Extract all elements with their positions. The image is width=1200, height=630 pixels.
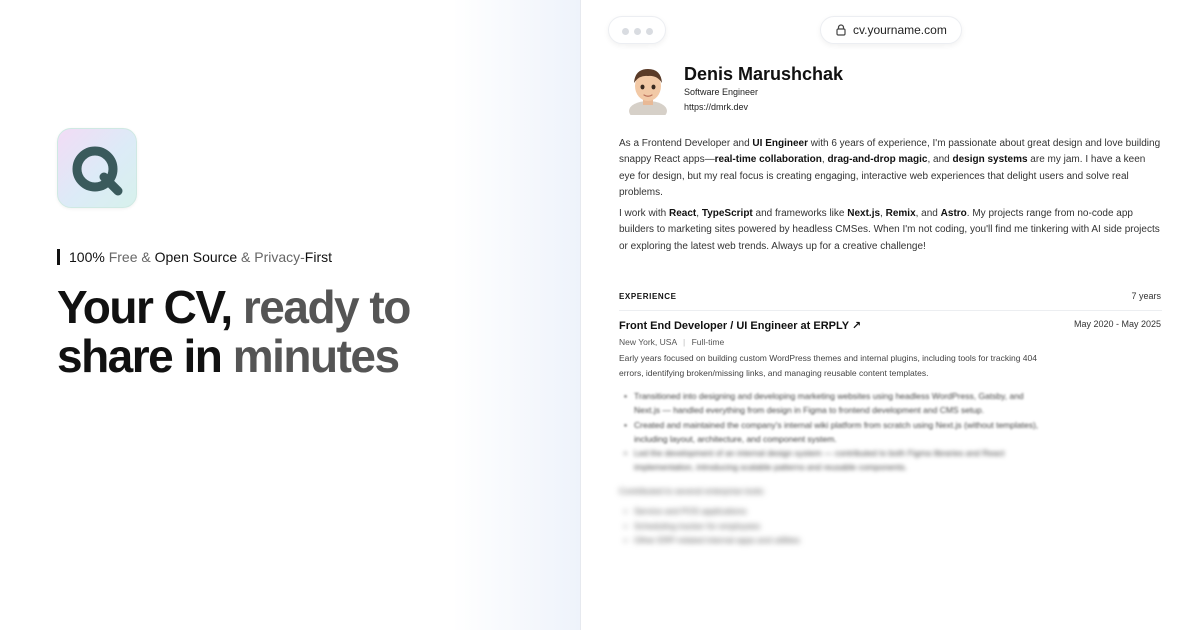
bio-text: and frameworks like	[752, 208, 848, 220]
window-dot-icon[interactable]	[622, 28, 629, 35]
url-text: cv.yourname.com	[853, 23, 947, 37]
job-description: Early years focused on building custom W…	[619, 353, 1037, 378]
job-location: New York, USA	[619, 337, 677, 347]
window-dot-icon[interactable]	[634, 28, 641, 35]
headline-part: share in	[57, 330, 223, 382]
job-type: Full-time	[691, 337, 725, 347]
external-link-icon: ↗	[851, 320, 862, 332]
bio-highlight: real-time collaboration	[714, 154, 822, 166]
bio-paragraph: As a Frontend Developer and UI Engineer …	[619, 136, 1164, 201]
bio-paragraph: I work with React, TypeScript and framew…	[619, 206, 1164, 255]
experience-total: 7 years	[1131, 291, 1161, 301]
list-item: Other ERP-related internal apps and util…	[624, 533, 924, 548]
address-bar[interactable]: cv.yourname.com	[820, 16, 962, 44]
tagline-part: Free &	[104, 249, 155, 265]
meta-separator: |	[683, 337, 686, 347]
cv-preview: cv.yourname.com Denis Marushchak Softwar…	[580, 0, 1200, 630]
tagline: 100% Free & Open Source & Privacy-First	[57, 249, 332, 265]
app-logo-icon	[57, 128, 137, 208]
job-title: Front End Developer / UI Engineer at ERP…	[619, 320, 849, 332]
tagline-part: 100%	[69, 249, 105, 265]
profile-website-link[interactable]: https://dmrk.dev	[684, 102, 748, 112]
list-item: Scheduling tracker for employees	[624, 519, 924, 534]
bio-highlight: Astro	[940, 208, 967, 220]
bio-highlight: TypeScript	[701, 208, 753, 220]
list-item: Created and maintained the company's int…	[624, 418, 1044, 447]
tagline-part: Open Source	[154, 249, 238, 265]
experience-heading: EXPERIENCE	[619, 292, 677, 301]
divider	[619, 310, 1162, 311]
bio-text: , and	[927, 154, 953, 166]
bio-text: I work with	[619, 208, 670, 220]
avatar	[629, 69, 667, 115]
bio-highlight: Next.js	[847, 208, 881, 220]
window-dot-icon[interactable]	[646, 28, 653, 35]
list-item: Service and POS applications	[624, 504, 924, 519]
window-controls[interactable]	[608, 16, 666, 44]
list-item: Led the development of an internal desig…	[624, 446, 1044, 475]
job-bullets: Transitioned into designing and developi…	[624, 389, 1044, 475]
tagline-part: First	[304, 249, 333, 265]
bio-highlight: React	[669, 208, 697, 220]
bio: As a Frontend Developer and UI Engineer …	[619, 136, 1164, 260]
profile-name: Denis Marushchak	[684, 64, 844, 84]
profile-role: Software Engineer	[684, 87, 759, 97]
bio-text: , and	[915, 208, 941, 220]
headline-part: ready to	[231, 281, 411, 333]
job-title-link[interactable]: Front End Developer / UI Engineer at ERP…	[619, 319, 861, 332]
sub-heading: Contributed to several enterprise tools:	[619, 486, 765, 496]
headline: Your CV, ready to share in minutes	[57, 283, 477, 381]
hero-panel: 100% Free & Open Source & Privacy-First …	[0, 0, 580, 630]
headline-part: Your CV,	[57, 281, 233, 333]
sub-bullets: Service and POS applications Scheduling …	[624, 504, 924, 548]
list-item: Transitioned into designing and developi…	[624, 389, 1044, 418]
job-dates: May 2020 - May 2025	[1073, 319, 1161, 329]
lock-icon	[836, 24, 846, 36]
bio-highlight: UI Engineer	[752, 138, 808, 149]
bio-highlight: design systems	[952, 154, 1028, 166]
bio-text: As a Frontend Developer and	[619, 138, 753, 149]
bio-highlight: Remix	[885, 208, 916, 220]
job-meta: New York, USA | Full-time	[619, 337, 724, 347]
tagline-part: & Privacy-	[237, 249, 305, 265]
bio-highlight: drag-and-drop magic	[827, 154, 928, 166]
headline-part: minutes	[221, 330, 400, 382]
